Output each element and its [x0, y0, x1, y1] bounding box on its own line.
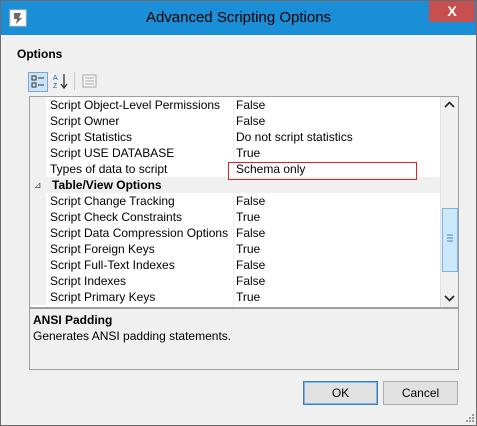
vertical-scrollbar[interactable]: [440, 97, 458, 307]
property-value[interactable]: False: [236, 273, 265, 289]
property-row[interactable]: Script Change Tracking False: [30, 193, 440, 209]
categorized-icon[interactable]: [28, 72, 48, 92]
window-title: Advanced Scripting Options: [145, 9, 332, 26]
ok-button[interactable]: OK: [303, 381, 378, 405]
property-value[interactable]: True: [236, 209, 260, 225]
property-value[interactable]: False: [236, 97, 265, 113]
property-value[interactable]: False: [236, 193, 265, 209]
property-value[interactable]: False: [236, 257, 265, 273]
property-value[interactable]: True: [236, 241, 260, 257]
property-row[interactable]: Script Statistics Do not script statisti…: [30, 129, 440, 145]
property-value[interactable]: True: [236, 145, 260, 161]
toolbar-separator: [74, 72, 75, 90]
description-text: Generates ANSI padding statements.: [33, 329, 232, 343]
property-name: Script Check Constraints: [50, 210, 183, 224]
grip-icon: [447, 234, 453, 242]
description-title: ANSI Padding: [33, 313, 113, 327]
alphabetical-sort-icon[interactable]: A Z: [51, 72, 69, 90]
category-label: Table/View Options: [52, 178, 162, 192]
svg-text:A: A: [53, 75, 58, 82]
property-row[interactable]: Script Check Constraints True: [30, 209, 440, 225]
svg-text:Z: Z: [53, 83, 58, 90]
property-name: Script Owner: [50, 114, 120, 128]
title-bar[interactable]: Advanced Scripting Options X: [1, 1, 476, 35]
description-panel: ANSI Padding Generates ANSI padding stat…: [29, 308, 459, 370]
property-name: Script Foreign Keys: [50, 242, 155, 256]
property-name: Script Object-Level Permissions: [50, 98, 221, 112]
property-row[interactable]: Script Full-Text Indexes False: [30, 257, 440, 273]
resize-grip-icon[interactable]: [463, 411, 475, 423]
property-name: Script Data Compression Options: [50, 226, 229, 240]
property-name: Script Primary Keys: [50, 290, 156, 304]
property-name: Script Full-Text Indexes: [50, 258, 175, 272]
property-value[interactable]: Do not script statistics: [236, 129, 353, 145]
property-row[interactable]: Script Primary Keys True: [30, 289, 440, 305]
property-grid[interactable]: Script Object-Level Permissions False Sc…: [29, 96, 459, 308]
scroll-up-icon[interactable]: [441, 97, 458, 113]
advanced-scripting-options-dialog: Advanced Scripting Options X Options A Z: [0, 0, 477, 426]
scrollbar-thumb[interactable]: [442, 208, 458, 272]
highlight-annotation: [228, 162, 417, 180]
property-row[interactable]: Script Indexes False: [30, 273, 440, 289]
property-name: Script USE DATABASE: [50, 146, 175, 160]
property-row[interactable]: Script Data Compression Options False: [30, 225, 440, 241]
section-label: Options: [17, 47, 63, 61]
close-button[interactable]: X: [429, 1, 475, 22]
property-value[interactable]: False: [236, 225, 265, 241]
property-rows: Script Object-Level Permissions False Sc…: [30, 97, 440, 305]
property-pages-icon[interactable]: [81, 72, 99, 90]
collapse-icon[interactable]: ⊿: [34, 177, 42, 193]
cancel-button[interactable]: Cancel: [383, 381, 458, 405]
scroll-down-icon[interactable]: [441, 290, 458, 306]
property-row[interactable]: Script Foreign Keys True: [30, 241, 440, 257]
property-name: Script Indexes: [50, 274, 127, 288]
property-name: Script Change Tracking: [50, 194, 175, 208]
property-row[interactable]: Script Owner False: [30, 113, 440, 129]
column-separator[interactable]: [233, 97, 234, 307]
property-row[interactable]: Script Object-Level Permissions False: [30, 97, 440, 113]
property-value[interactable]: False: [236, 113, 265, 129]
property-name: Script Statistics: [50, 130, 133, 144]
property-value[interactable]: True: [236, 289, 260, 305]
property-row[interactable]: Script USE DATABASE True: [30, 145, 440, 161]
property-name: Types of data to script: [50, 162, 168, 176]
